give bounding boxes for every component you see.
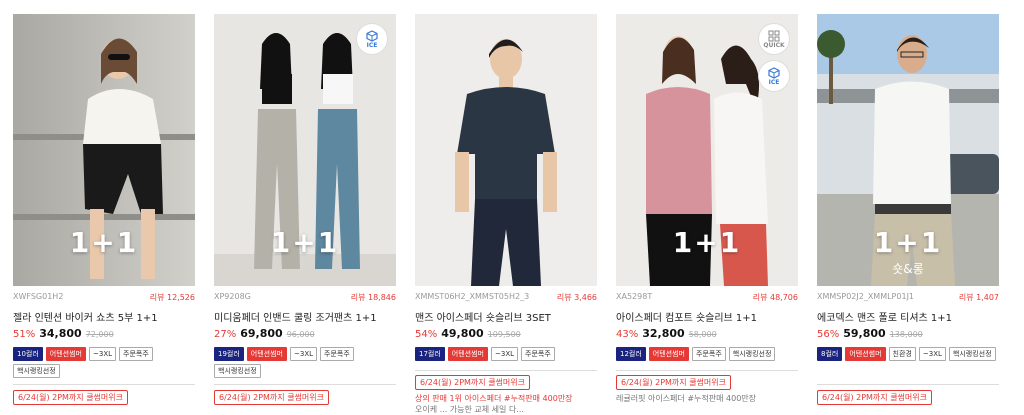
product-name[interactable]: 맨즈 아이스페더 숏슬리브 3SET — [415, 309, 597, 323]
quick-badge: QUICK — [758, 23, 790, 55]
product-code: XA5298T — [616, 292, 653, 301]
product-code: XMMSP02J2_XMMLP01J1 — [817, 292, 915, 301]
ranking-tag: 핵시랭킹선정 — [728, 347, 776, 361]
event-tag: 어텐션썸머 — [648, 347, 689, 361]
hot-tag: 주문폭주 — [692, 347, 726, 361]
promo-label: 1+1 — [69, 226, 139, 259]
promo-label: 1+1 — [672, 226, 742, 259]
color-count-tag: 17컬러 — [415, 347, 445, 361]
product-image[interactable] — [415, 14, 597, 286]
ranking-tag: 핵시랭킹선정 — [214, 364, 261, 378]
divider — [415, 370, 597, 371]
deadline-badge: 6/24(월) 2PM까지 쿨썸머위크 — [415, 375, 530, 390]
original-price: 58,000 — [688, 330, 717, 339]
discount-rate: 43% — [616, 329, 639, 340]
deadline-badge: 6/24(월) 2PM까지 쿨썸머위크 — [616, 375, 731, 390]
product-card[interactable]: ICE 1+1 XP9208G 리뷰 18,846 미디움페더 인밴드 쿨링 조… — [214, 14, 396, 378]
sale-price: 49,800 — [441, 327, 484, 340]
discount-rate: 56% — [817, 329, 840, 340]
original-price: 138,000 — [889, 330, 923, 339]
product-name[interactable]: 에코덱스 맨즈 폴로 티셔츠 1+1 — [817, 309, 999, 323]
size-tag: ~3XL — [918, 347, 946, 361]
review-count[interactable]: 리뷰 48,706 — [753, 292, 798, 304]
product-name[interactable]: 아이스페더 컴포트 숏슬리브 1+1 — [616, 309, 798, 323]
ice-badge: ICE — [356, 23, 388, 55]
color-count-tag: 12컬러 — [616, 347, 646, 361]
event-tag: 어텐션썸머 — [845, 347, 886, 361]
badge-label: ICE — [768, 78, 780, 86]
ranking-tag: 핵시랭킹선정 — [13, 364, 60, 378]
sale-price: 59,800 — [843, 327, 886, 340]
badge-label: ICE — [366, 41, 378, 49]
sale-price: 69,800 — [240, 327, 283, 340]
divider — [214, 384, 396, 385]
review-count[interactable]: 리뷰 12,526 — [150, 292, 195, 304]
eco-tag: 친환경 — [888, 347, 916, 361]
hot-tag: 주문폭주 — [521, 347, 555, 361]
product-card[interactable]: QUICK ICE 1+1 XA5298T 리뷰 48,706 아이스페더 컴포… — [616, 14, 798, 361]
size-tag: ~3XL — [491, 347, 519, 361]
sale-price: 34,800 — [39, 327, 82, 340]
shipping-note-2: 오이케 ... 가능한 교체 세일 다... — [415, 405, 524, 414]
discount-rate: 51% — [13, 329, 36, 340]
discount-rate: 27% — [214, 329, 237, 340]
discount-rate: 54% — [415, 329, 438, 340]
deadline-badge: 6/24(월) 2PM까지 쿨썸머위크 — [13, 390, 128, 405]
event-tag: 어텐션썸머 — [246, 347, 287, 361]
promo-label: 1+1 — [873, 226, 943, 259]
product-code: XMMST06H2_XMMST05H2_3 — [415, 292, 530, 301]
product-code: XWFSG01H2 — [13, 292, 64, 301]
original-price: 72,000 — [85, 330, 114, 339]
shipping-note: 상의 판매 1위 아이스페더 #누적판매 400만장 — [415, 394, 573, 403]
deadline-badge: 6/24(월) 2PM까지 쿨썸머위크 — [817, 390, 932, 405]
color-count-tag: 8컬러 — [817, 347, 843, 361]
product-image[interactable]: ICE 1+1 — [214, 14, 396, 286]
divider — [13, 384, 195, 385]
promo-sublabel: 숏&롱 — [892, 262, 924, 276]
divider — [616, 370, 798, 371]
badge-label: QUICK — [763, 41, 785, 49]
color-count-tag: 19컬러 — [214, 347, 244, 361]
product-card[interactable]: XMMST06H2_XMMST05H2_3 리뷰 3,466 맨즈 아이스페더 … — [415, 14, 597, 361]
product-name[interactable]: 젤라 인텐션 바이커 쇼츠 5부 1+1 — [13, 309, 195, 323]
review-count[interactable]: 리뷰 18,846 — [351, 292, 396, 304]
event-tag: 어텐션썸머 — [45, 347, 86, 361]
cube-icon — [366, 29, 378, 42]
hot-tag: 주문폭주 — [119, 347, 153, 361]
product-card[interactable]: 1+1 숏&롱 XMMSP02J2_XMMLP01J1 리뷰 1,407 에코덱… — [817, 14, 999, 361]
sale-price: 32,800 — [642, 327, 685, 340]
product-image[interactable]: QUICK ICE 1+1 — [616, 14, 798, 286]
deadline-badge: 6/24(월) 2PM까지 쿨썸머위크 — [214, 390, 329, 405]
grid-icon — [768, 30, 780, 41]
product-card[interactable]: 1+1 XWFSG01H2 리뷰 12,526 젤라 인텐션 바이커 쇼츠 5부… — [13, 14, 195, 378]
ice-badge: ICE — [758, 60, 790, 92]
shipping-note: 레귤러핏 아이스페더 #누적판매 400만장 — [616, 394, 757, 403]
original-price: 96,000 — [286, 330, 315, 339]
review-count[interactable]: 리뷰 1,407 — [959, 292, 999, 304]
product-name[interactable]: 미디움페더 인밴드 쿨링 조거팬츠 1+1 — [214, 309, 396, 323]
event-tag: 어텐션썸머 — [447, 347, 488, 361]
product-image[interactable]: 1+1 숏&롱 — [817, 14, 999, 286]
product-image[interactable]: 1+1 — [13, 14, 195, 286]
review-count[interactable]: 리뷰 3,466 — [557, 292, 597, 304]
size-tag: ~3XL — [290, 347, 318, 361]
product-grid: 1+1 XWFSG01H2 리뷰 12,526 젤라 인텐션 바이커 쇼츠 5부… — [0, 0, 1024, 414]
cube-icon — [768, 66, 780, 79]
color-count-tag: 10컬러 — [13, 347, 43, 361]
product-code: XP9208G — [214, 292, 251, 301]
promo-label: 1+1 — [270, 226, 340, 259]
ranking-tag: 핵시랭킹선정 — [948, 347, 996, 361]
divider — [817, 384, 999, 385]
size-tag: ~3XL — [89, 347, 117, 361]
hot-tag: 주문폭주 — [320, 347, 354, 361]
original-price: 109,500 — [487, 330, 521, 339]
